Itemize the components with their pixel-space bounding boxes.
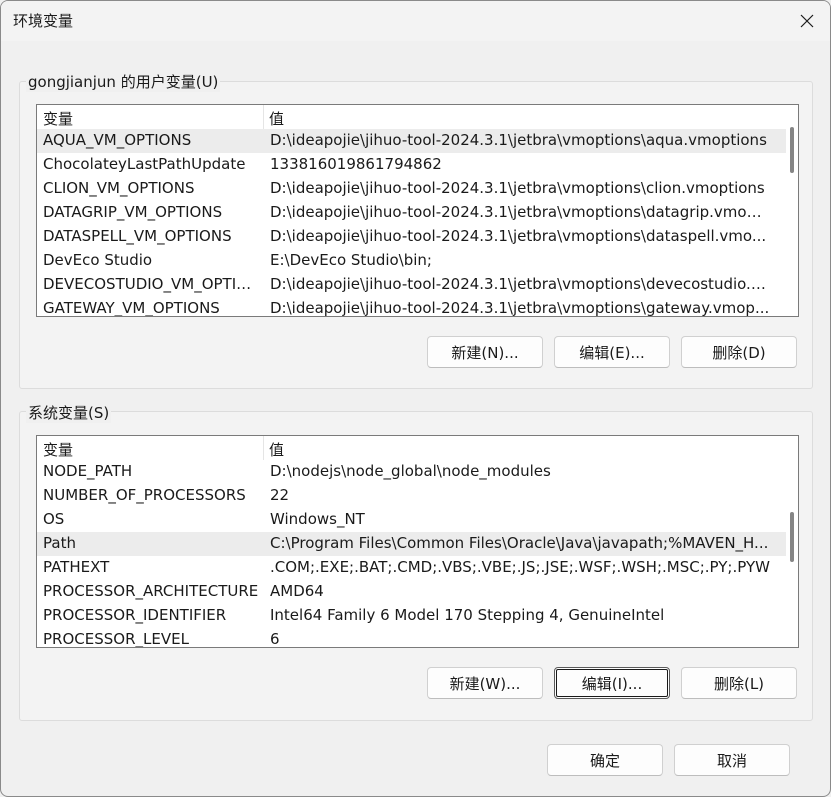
- user-variables-list[interactable]: 变量 值 AQUA_VM_OPTIONS D:\ideapojie\jihuo-t…: [36, 104, 799, 317]
- user-variables-label: gongjianjun 的用户变量(U): [26, 71, 221, 92]
- variable-value-cell: Windows_NT: [270, 510, 365, 528]
- variable-name-cell: OS: [43, 510, 65, 528]
- table-row[interactable]: CLION_VM_OPTIONS D:\ideapojie\jihuo-tool-…: [37, 177, 786, 201]
- cancel-button[interactable]: 取消: [674, 744, 790, 776]
- variable-value-cell: D:\ideapojie\jihuo-tool-2024.3.1\jetbra\…: [270, 227, 767, 245]
- variable-value-cell: 133816019861794862: [270, 155, 442, 173]
- user-new-button[interactable]: 新建(N)...: [427, 336, 543, 368]
- variable-name-cell: PROCESSOR_IDENTIFIER: [43, 606, 227, 624]
- system-variables-rows: NODE_PATH D:\nodejs\node_global\node_modu…: [37, 460, 786, 647]
- variable-value-cell: 22: [270, 486, 290, 504]
- variable-name-cell: DATAGRIP_VM_OPTIONS: [43, 203, 223, 221]
- variable-value-cell: E:\DevEco Studio\bin;: [270, 251, 432, 269]
- column-header-variable[interactable]: 变量: [43, 108, 73, 129]
- variable-value-cell: 6: [270, 630, 280, 648]
- system-new-button[interactable]: 新建(W)...: [427, 667, 543, 699]
- variable-value-cell: C:\Program Files\Common Files\Oracle\Jav…: [270, 534, 769, 552]
- column-divider[interactable]: [263, 105, 264, 129]
- variable-name-cell: DEVECOSTUDIO_VM_OPTIO...: [43, 275, 261, 293]
- table-row[interactable]: PATHEXT .COM;.EXE;.BAT;.CMD;.VBS;.VBE;.JS…: [37, 556, 786, 580]
- table-row[interactable]: AQUA_VM_OPTIONS D:\ideapojie\jihuo-tool-2…: [37, 129, 786, 153]
- variable-value-cell: D:\ideapojie\jihuo-tool-2024.3.1\jetbra\…: [270, 179, 765, 197]
- scrollbar-thumb[interactable]: [790, 127, 794, 173]
- table-row[interactable]: NUMBER_OF_PROCESSORS 22: [37, 484, 786, 508]
- variable-name-cell: PROCESSOR_LEVEL: [43, 630, 189, 648]
- vertical-scrollbar[interactable]: [786, 436, 798, 647]
- table-row[interactable]: GATEWAY_VM_OPTIONS D:\ideapojie\jihuo-too…: [37, 297, 786, 317]
- table-row[interactable]: Path C:\Program Files\Common Files\Oracle…: [37, 532, 786, 556]
- table-row[interactable]: PROCESSOR_LEVEL 6: [37, 628, 786, 648]
- variable-name-cell: DevEco Studio: [43, 251, 153, 269]
- table-row[interactable]: OS Windows_NT: [37, 508, 786, 532]
- dialog-title: 环境变量: [13, 12, 74, 30]
- variable-name-cell: NODE_PATH: [43, 462, 133, 480]
- close-button[interactable]: [784, 1, 830, 41]
- table-row[interactable]: DATASPELL_VM_OPTIONS D:\ideapojie\jihuo-t…: [37, 225, 786, 249]
- column-header-value[interactable]: 值: [269, 439, 284, 460]
- close-icon: [800, 14, 814, 28]
- variable-name-cell: DATASPELL_VM_OPTIONS: [43, 227, 232, 245]
- variable-value-cell: .COM;.EXE;.BAT;.CMD;.VBS;.VBE;.JS;.JSE;.…: [270, 558, 770, 576]
- variable-name-cell: NUMBER_OF_PROCESSORS: [43, 486, 246, 504]
- list-header: 变量 值: [37, 105, 798, 129]
- variable-name-cell: GATEWAY_VM_OPTIONS: [43, 299, 220, 317]
- table-row[interactable]: DEVECOSTUDIO_VM_OPTIO... D:\ideapojie\jih…: [37, 273, 786, 297]
- table-row[interactable]: PROCESSOR_IDENTIFIER Intel64 Family 6 Mod…: [37, 604, 786, 628]
- system-variables-list[interactable]: 变量 值 NODE_PATH D:\nodejs\node_global\node…: [36, 435, 799, 648]
- variable-value-cell: D:\ideapojie\jihuo-tool-2024.3.1\jetbra\…: [270, 299, 770, 317]
- system-variables-label: 系统变量(S): [26, 402, 112, 423]
- scrollbar-thumb[interactable]: [790, 512, 794, 562]
- table-row[interactable]: NODE_PATH D:\nodejs\node_global\node_modu…: [37, 460, 786, 484]
- system-delete-button[interactable]: 删除(L): [681, 667, 797, 699]
- user-edit-button[interactable]: 编辑(E)...: [554, 336, 670, 368]
- list-header: 变量 值: [37, 436, 798, 460]
- user-variables-rows: AQUA_VM_OPTIONS D:\ideapojie\jihuo-tool-2…: [37, 129, 786, 316]
- variable-name-cell: ChocolateyLastPathUpdate: [43, 155, 246, 173]
- variable-value-cell: D:\nodejs\node_global\node_modules: [270, 462, 551, 480]
- variable-name-cell: Path: [43, 534, 76, 552]
- table-row[interactable]: DATAGRIP_VM_OPTIONS D:\ideapojie\jihuo-to…: [37, 201, 786, 225]
- variable-name-cell: CLION_VM_OPTIONS: [43, 179, 195, 197]
- variable-value-cell: Intel64 Family 6 Model 170 Stepping 4, G…: [270, 606, 665, 624]
- vertical-scrollbar[interactable]: [786, 105, 798, 316]
- variable-value-cell: AMD64: [270, 582, 324, 600]
- table-row[interactable]: DevEco Studio E:\DevEco Studio\bin;: [37, 249, 786, 273]
- variable-name-cell: AQUA_VM_OPTIONS: [43, 131, 192, 149]
- table-row[interactable]: PROCESSOR_ARCHITECTURE AMD64: [37, 580, 786, 604]
- column-header-variable[interactable]: 变量: [43, 439, 73, 460]
- variable-name-cell: PATHEXT: [43, 558, 110, 576]
- variable-value-cell: D:\ideapojie\jihuo-tool-2024.3.1\jetbra\…: [270, 275, 770, 293]
- table-row[interactable]: ChocolateyLastPathUpdate 1338160198617948…: [37, 153, 786, 177]
- title-bar: 环境变量: [1, 1, 830, 41]
- variable-name-cell: PROCESSOR_ARCHITECTURE: [43, 582, 259, 600]
- variable-value-cell: D:\ideapojie\jihuo-tool-2024.3.1\jetbra\…: [270, 131, 767, 149]
- user-delete-button[interactable]: 删除(D): [681, 336, 797, 368]
- environment-variables-dialog: 环境变量 gongjianjun 的用户变量(U) 变量 值 AQUA_VM_O…: [0, 0, 831, 797]
- system-edit-button[interactable]: 编辑(I)...: [554, 667, 670, 699]
- column-divider[interactable]: [263, 436, 264, 460]
- variable-value-cell: D:\ideapojie\jihuo-tool-2024.3.1\jetbra\…: [270, 203, 770, 221]
- column-header-value[interactable]: 值: [269, 108, 284, 129]
- ok-button[interactable]: 确定: [547, 744, 663, 776]
